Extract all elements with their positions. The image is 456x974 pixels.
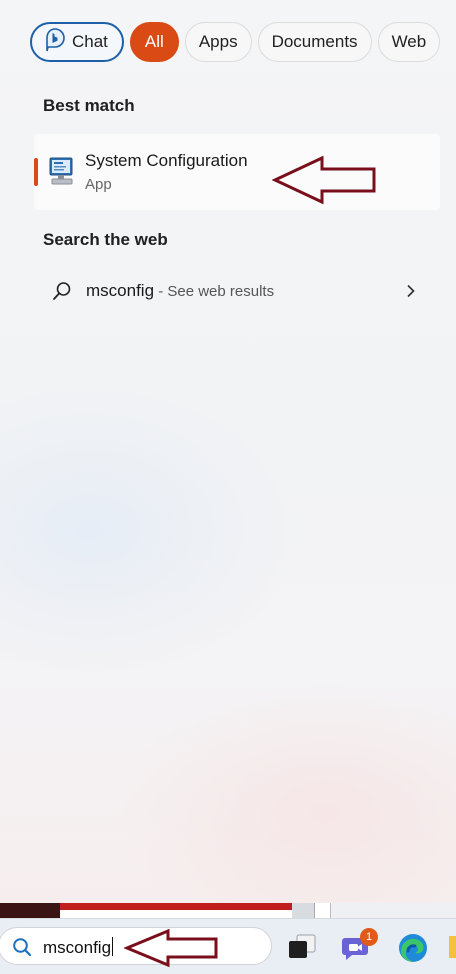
web-search-result[interactable]: msconfig - See web results (34, 268, 440, 314)
tab-apps[interactable]: Apps (184, 22, 252, 62)
annotation-arrow-icon (272, 155, 376, 205)
search-results-panel: Chat All Apps Documents Web Best match S… (0, 0, 456, 903)
annotation-arrow-icon (124, 928, 218, 968)
tab-documents-label: Documents (271, 32, 358, 51)
tab-documents[interactable]: Documents (257, 22, 372, 62)
edge-browser-icon[interactable] (397, 932, 429, 969)
best-match-heading: Best match (43, 96, 135, 115)
tab-all[interactable]: All (129, 22, 179, 62)
chat-filter-label: Chat (72, 32, 108, 51)
background-window-strip (0, 903, 456, 918)
chat-filter-button[interactable]: Chat (30, 22, 124, 62)
system-configuration-icon (48, 156, 76, 186)
file-explorer-icon[interactable] (449, 934, 456, 965)
notification-badge: 1 (360, 928, 378, 946)
selection-indicator (34, 158, 38, 186)
search-the-web-heading: Search the web (43, 230, 168, 249)
best-match-app-name: System Configuration (85, 151, 248, 170)
tab-all-label: All (144, 32, 164, 51)
filter-tabs: Chat All Apps Documents Web (30, 22, 441, 62)
taskbar-search-input[interactable]: msconfig (43, 938, 111, 957)
search-icon (52, 281, 72, 306)
tab-web-label: Web (391, 32, 427, 51)
task-view-icon[interactable] (288, 934, 318, 965)
bing-chat-icon (44, 27, 66, 58)
tab-apps-label: Apps (198, 32, 238, 51)
web-search-suffix: - See web results (154, 283, 275, 300)
best-match-app-type: App (85, 176, 112, 193)
web-search-query: msconfig (86, 281, 155, 300)
chevron-right-icon (406, 284, 416, 303)
tab-web[interactable]: Web (377, 22, 441, 62)
best-match-result[interactable]: System Configuration App (34, 134, 440, 210)
taskbar-search-icon (12, 937, 32, 962)
